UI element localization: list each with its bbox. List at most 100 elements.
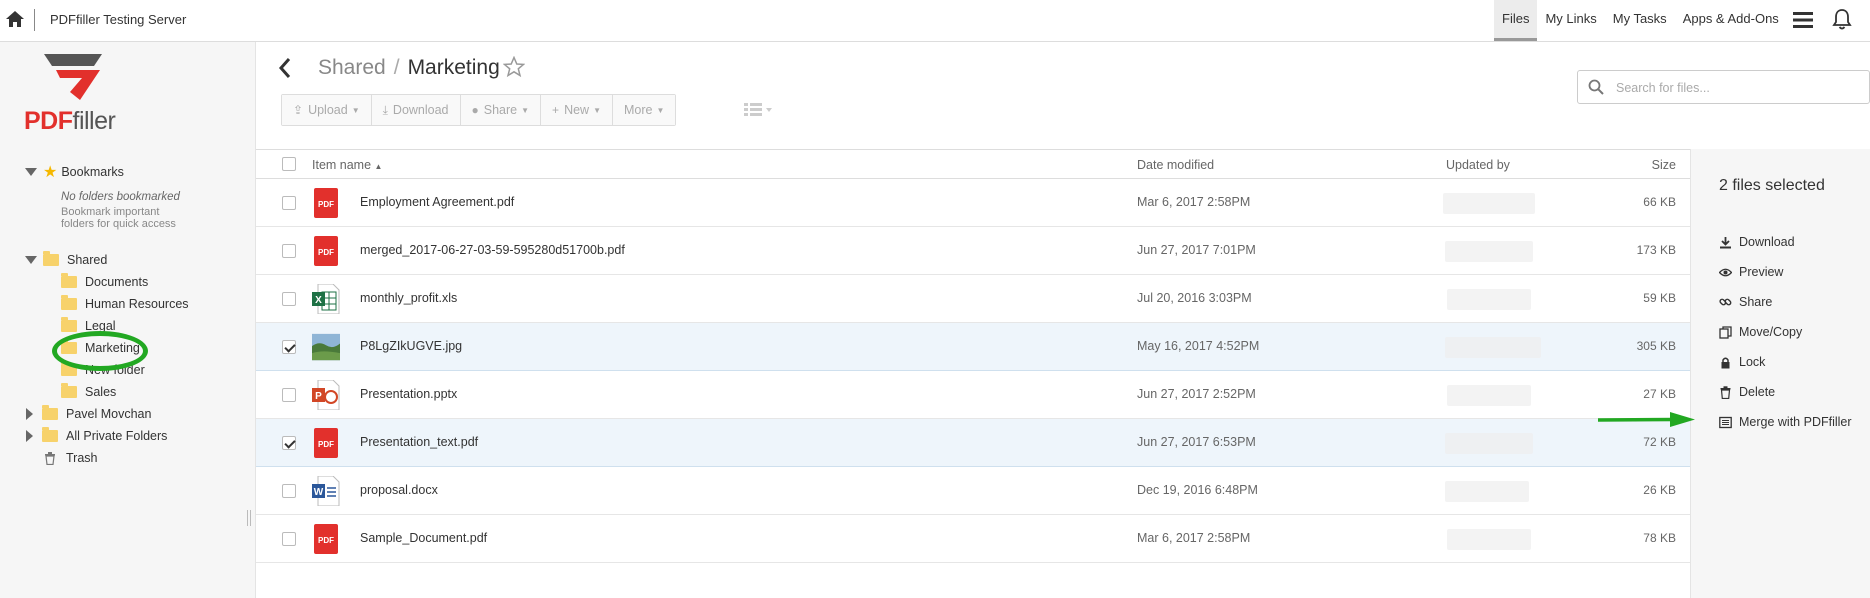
sidebar-item-trash[interactable]: Trash [44, 448, 98, 468]
folder-icon [42, 405, 58, 420]
home-icon[interactable] [4, 8, 26, 30]
file-name[interactable]: Sample_Document.pdf [360, 531, 487, 545]
download-button[interactable]: ⤓ Download [371, 95, 461, 125]
action-move-copy[interactable]: Move/Copy [1719, 325, 1802, 339]
search-input[interactable] [1616, 78, 1856, 98]
updated-by-placeholder [1447, 529, 1531, 550]
action-lock[interactable]: Lock [1719, 355, 1765, 369]
table-row[interactable]: PDF Presentation_text.pdf Jun 27, 2017 6… [256, 419, 1690, 467]
excel-file-icon: X [312, 284, 340, 314]
table-row[interactable]: P Presentation.pptx Jun 27, 2017 2:52PM … [256, 371, 1690, 419]
row-checkbox[interactable] [282, 532, 296, 546]
date-modified: Jun 27, 2017 2:52PM [1137, 387, 1256, 401]
download-icon: ⤓ [382, 102, 388, 117]
nav-apps-addons[interactable]: Apps & Add-Ons [1675, 0, 1787, 41]
file-size: 66 KB [1643, 195, 1676, 209]
row-checkbox[interactable] [282, 436, 296, 450]
bell-icon[interactable] [1832, 8, 1852, 30]
download-label: Download [392, 103, 449, 117]
file-name[interactable]: Employment Agreement.pdf [360, 195, 514, 209]
table-row[interactable]: PDF Employment Agreement.pdf Mar 6, 2017… [256, 179, 1690, 227]
share-button[interactable]: ● Share ▼ [460, 95, 542, 125]
chevron-down-icon: ▼ [351, 105, 360, 115]
row-checkbox[interactable] [282, 292, 296, 306]
action-delete[interactable]: Delete [1719, 385, 1775, 399]
sidebar: PDFfiller ★ Bookmarks No folders bookmar… [0, 42, 256, 598]
folder-icon [61, 383, 77, 398]
file-name[interactable]: monthly_profit.xls [360, 291, 457, 305]
resize-handle[interactable] [247, 510, 251, 526]
hamburger-menu-icon[interactable] [1793, 11, 1813, 29]
breadcrumb-parent[interactable]: Shared [318, 56, 386, 79]
column-updated-by[interactable]: Updated by [1446, 158, 1510, 172]
action-label: Delete [1739, 385, 1776, 399]
sort-asc-icon: ▲ [374, 162, 383, 171]
nav-my-tasks[interactable]: My Tasks [1605, 0, 1675, 41]
new-label: New [564, 103, 590, 117]
action-share[interactable]: Share [1719, 295, 1772, 309]
table-row[interactable]: PDF Sample_Document.pdf Mar 6, 2017 2:58… [256, 515, 1690, 563]
breadcrumb: Shared / Marketing [318, 56, 500, 80]
updated-by-placeholder [1445, 337, 1541, 358]
caret-right-icon[interactable] [26, 430, 33, 442]
sidebar-item-shared[interactable]: Shared [25, 250, 107, 270]
file-name[interactable]: Presentation.pptx [360, 387, 457, 401]
caret-right-icon[interactable] [26, 408, 33, 420]
table-row[interactable]: X monthly_profit.xls Jul 20, 2016 3:03PM… [256, 275, 1690, 323]
table-row[interactable]: P8LgZIkUGVE.jpg May 16, 2017 4:52PM 305 … [256, 323, 1690, 371]
file-size: 27 KB [1643, 387, 1676, 401]
file-name[interactable]: merged_2017-06-27-03-59-595280d51700b.pd… [360, 243, 625, 257]
pdf-file-icon: PDF [314, 524, 338, 554]
table-row[interactable]: PDF merged_2017-06-27-03-59-595280d51700… [256, 227, 1690, 275]
pdffiller-logo-icon [44, 54, 102, 100]
row-checkbox[interactable] [282, 340, 296, 354]
chevron-down-icon: ▼ [656, 105, 665, 115]
table-row[interactable]: W proposal.docx Dec 19, 2016 6:48PM 26 K… [256, 467, 1690, 515]
updated-by-placeholder [1447, 385, 1531, 406]
action-label: Share [1739, 295, 1773, 309]
sidebar-item-documents[interactable]: Documents [61, 272, 148, 292]
row-checkbox[interactable] [282, 196, 296, 210]
folder-icon [61, 295, 77, 310]
more-button[interactable]: More ▼ [613, 95, 676, 125]
select-all-checkbox[interactable] [282, 157, 296, 171]
nav-my-links[interactable]: My Links [1537, 0, 1604, 41]
nav-files[interactable]: Files [1494, 0, 1538, 41]
sidebar-item-label: Shared [67, 253, 108, 267]
file-name[interactable]: proposal.docx [360, 483, 438, 497]
caret-down-icon[interactable] [25, 168, 37, 176]
action-preview[interactable]: Preview [1719, 265, 1783, 279]
caret-down-icon[interactable] [25, 256, 37, 264]
action-merge-with-pdffiller[interactable]: Merge with PDFfiller [1719, 415, 1852, 429]
breadcrumb-separator: / [393, 56, 400, 79]
sidebar-item-sales[interactable]: Sales [61, 382, 116, 402]
sidebar-item-all-private-folders[interactable]: All Private Folders [26, 426, 167, 446]
date-modified: Dec 19, 2016 6:48PM [1137, 483, 1258, 497]
list-view-icon[interactable] [744, 100, 774, 120]
green-arrow-annotation [1597, 412, 1695, 427]
bookmark-star-icon[interactable] [503, 56, 525, 78]
new-button[interactable]: + New ▼ [541, 95, 613, 125]
column-date-modified[interactable]: Date modified [1137, 158, 1214, 172]
row-checkbox[interactable] [282, 244, 296, 258]
action-download[interactable]: Download [1719, 235, 1795, 249]
word-file-icon: W [312, 476, 340, 506]
list-header: Item name ▲ Date modified Updated by Siz… [256, 149, 1690, 179]
file-name[interactable]: P8LgZIkUGVE.jpg [360, 339, 462, 353]
updated-by-placeholder [1447, 289, 1531, 310]
row-checkbox[interactable] [282, 484, 296, 498]
action-label: Download [1739, 235, 1795, 249]
bookmarks-node[interactable]: ★ Bookmarks [25, 162, 124, 182]
row-checkbox[interactable] [282, 388, 296, 402]
column-size[interactable]: Size [1652, 158, 1676, 172]
action-label: Preview [1739, 265, 1784, 279]
file-name[interactable]: Presentation_text.pdf [360, 435, 478, 449]
svg-text:PDF: PDF [318, 248, 334, 257]
back-arrow-icon[interactable] [278, 56, 292, 80]
file-size: 78 KB [1643, 531, 1676, 545]
column-item-name[interactable]: Item name ▲ [312, 158, 382, 172]
breadcrumb-current: Marketing [407, 56, 500, 79]
upload-button[interactable]: ⇪ Upload ▼ [282, 95, 372, 125]
sidebar-item-human-resources[interactable]: Human Resources [61, 294, 189, 314]
sidebar-item-pavel-movchan[interactable]: Pavel Movchan [26, 404, 151, 424]
